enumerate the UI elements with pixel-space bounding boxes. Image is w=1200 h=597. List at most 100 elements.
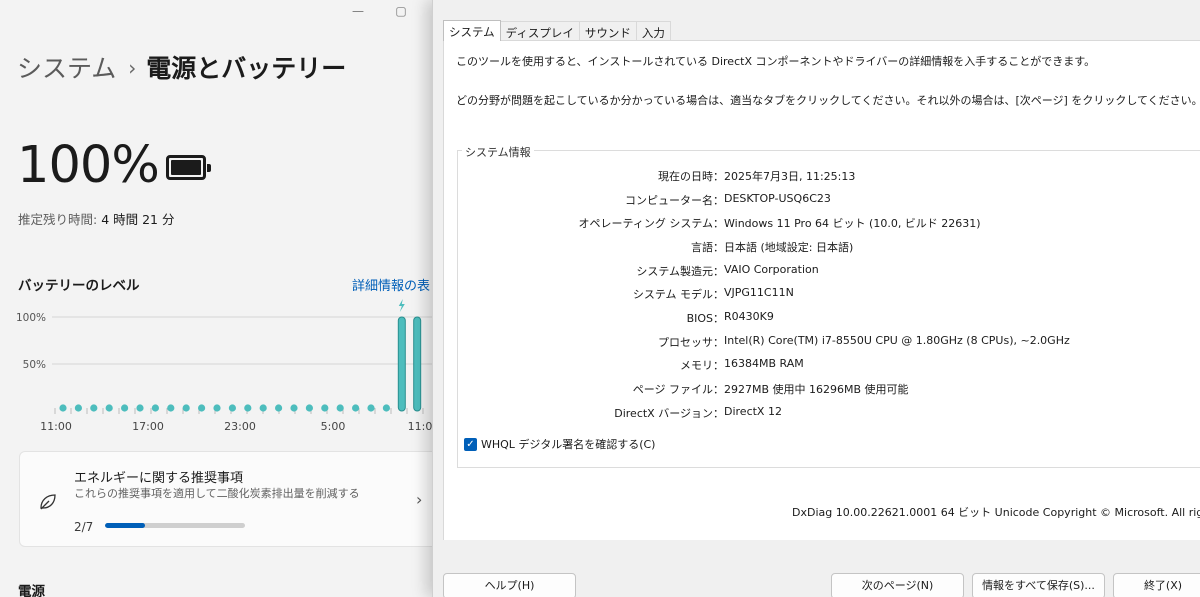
version-line: DxDiag 10.00.22621.0001 64 ビット Unicode C… — [792, 506, 1200, 519]
info-label: ページ ファイル： — [632, 383, 724, 396]
battery-level-dot — [352, 404, 360, 412]
battery-level-dot — [74, 404, 82, 412]
battery-level-dot — [244, 404, 252, 412]
remaining-time: 推定残り時間: 4 時間 21 分 — [18, 209, 174, 228]
breadcrumb-separator: › — [128, 56, 137, 80]
info-value: DirectX 12 — [724, 405, 782, 418]
page-title: 電源とバッテリー — [146, 54, 347, 83]
system-info-group: システム情報 現在の日時： 2025年7月3日, 11:25:13 コンピューター… — [457, 144, 1200, 468]
info-label: プロセッサ： — [658, 336, 724, 349]
battery-level-dot — [182, 404, 190, 412]
save-all-button[interactable]: 情報をすべて保存(S)... — [972, 573, 1105, 597]
battery-level-bar — [397, 316, 406, 412]
battery-level-dot — [228, 404, 236, 412]
battery-level-dot — [198, 404, 206, 412]
battery-level-dot — [275, 404, 283, 412]
battery-level-chart: 100% 50% 11:00 17:00 23:00 5:00 11:0 — [16, 299, 432, 433]
battery-level-dot — [90, 404, 98, 412]
x-tick-label: 11:00 — [40, 420, 72, 433]
whql-checkbox[interactable]: ✓ WHQL デジタル署名を確認する(C) — [464, 436, 655, 452]
info-row-manufacturer: システム製造元： VAIO Corporation — [458, 263, 1200, 279]
x-tick-label: 11:0 — [408, 420, 432, 433]
remaining-label: 推定残り時間: — [18, 212, 98, 227]
info-label: BIOS： — [686, 312, 724, 325]
info-value: Intel(R) Core(TM) i7-8550U CPU @ 1.80GHz… — [724, 334, 1070, 347]
tab-strip: システム ディスプレイ サウンド 入力 — [443, 20, 671, 41]
whql-label: WHQL デジタル署名を確認する(C) — [481, 438, 656, 451]
breadcrumb-parent[interactable]: システム — [17, 54, 116, 83]
info-label: システム製造元： — [636, 265, 724, 278]
info-value: R0430K9 — [724, 310, 774, 323]
exit-button[interactable]: 終了(X) — [1113, 573, 1200, 597]
info-row-memory: メモリ： 16384MB RAM — [458, 357, 1200, 373]
battery-level-dot — [290, 404, 298, 412]
info-row-datetime: 現在の日時： 2025年7月3日, 11:25:13 — [458, 168, 1200, 184]
x-tick-label: 23:00 — [224, 420, 256, 433]
tab-sound[interactable]: サウンド — [578, 21, 637, 40]
recommendation-subtitle: これらの推奨事項を適用して二酸化炭素排出量を削減する — [74, 487, 360, 500]
energy-recommendation-card[interactable]: エネルギーに関する推奨事項 これらの推奨事項を適用して二酸化炭素排出量を削減する… — [19, 451, 432, 547]
checkmark-icon[interactable]: ✓ — [464, 437, 477, 451]
battery-level-dot — [367, 404, 375, 412]
battery-level-dot — [167, 404, 175, 412]
info-value: 日本語 (地域設定: 日本語) — [724, 241, 854, 254]
battery-level-dot — [213, 404, 221, 412]
chevron-right-icon: › — [416, 490, 423, 509]
tab-display[interactable]: ディスプレイ — [499, 21, 580, 40]
recommendation-progress-fill — [105, 523, 145, 528]
battery-level-dot — [121, 404, 129, 412]
x-tick-label: 5:00 — [321, 420, 346, 433]
breadcrumb: システム › 電源とバッテリー — [17, 49, 346, 85]
info-label: メモリ： — [680, 359, 724, 372]
minimize-icon[interactable]: — — [351, 4, 365, 18]
next-page-button[interactable]: 次のページ(N) — [831, 573, 964, 597]
battery-level-bar — [413, 316, 422, 412]
y-tick-label: 50% — [23, 359, 46, 371]
info-value: Windows 11 Pro 64 ビット (10.0, ビルド 22631) — [724, 217, 981, 230]
y-tick-label: 100% — [16, 312, 46, 324]
battery-terminal — [207, 164, 211, 172]
tab-system[interactable]: システム — [443, 20, 501, 41]
info-value: 2927MB 使用中 16296MB 使用可能 — [724, 383, 909, 396]
info-label: オペレーティング システム： — [578, 217, 724, 230]
info-value: DESKTOP-USQ6C23 — [724, 192, 831, 205]
battery-fill — [171, 160, 201, 175]
intro-text-2: どの分野が問題を起こしているか分かっている場合は、適当なタブをクリックしてくださ… — [456, 94, 1200, 107]
recommendation-title: エネルギーに関する推奨事項 — [74, 471, 244, 486]
maximize-icon[interactable]: ▢ — [394, 4, 408, 18]
info-row-model: システム モデル： VJPG11C11N — [458, 286, 1200, 302]
details-link[interactable]: 詳細情報の表 — [352, 275, 430, 294]
settings-window: — ▢ システム › 電源とバッテリー 100% 推定残り時間: 4 時間 21 分… — [0, 0, 432, 597]
info-value: 16384MB RAM — [724, 357, 804, 370]
remaining-value: 4 時間 21 分 — [101, 212, 175, 227]
intro-text-1: このツールを使用すると、インストールされている DirectX コンポーネントや… — [456, 55, 1096, 68]
x-tick-label: 17:00 — [132, 420, 164, 433]
info-label: DirectX バージョン： — [614, 407, 724, 420]
info-row-language: 言語： 日本語 (地域設定: 日本語) — [458, 239, 1200, 255]
info-value: VAIO Corporation — [724, 263, 819, 276]
recommendation-progress — [105, 523, 245, 528]
info-value: VJPG11C11N — [724, 286, 794, 299]
battery-level-dot — [105, 404, 113, 412]
info-label: コンピューター名： — [625, 194, 724, 207]
battery-level-title: バッテリーのレベル — [18, 278, 140, 294]
battery-level-dot — [305, 404, 313, 412]
tab-input[interactable]: 入力 — [635, 21, 671, 40]
battery-level-dot — [382, 404, 390, 412]
info-row-computer-name: コンピューター名： DESKTOP-USQ6C23 — [458, 192, 1200, 208]
dxdiag-window: システム ディスプレイ サウンド 入力 このツールを使用すると、インストールされ… — [432, 0, 1200, 597]
system-tab-panel: このツールを使用すると、インストールされている DirectX コンポーネントや… — [443, 40, 1200, 540]
info-value: 2025年7月3日, 11:25:13 — [724, 170, 856, 183]
info-row-bios: BIOS： R0430K9 — [458, 310, 1200, 326]
help-button[interactable]: ヘルプ(H) — [443, 573, 576, 597]
battery-level-dot — [136, 404, 144, 412]
battery-level-dot — [151, 404, 159, 412]
battery-icon — [166, 155, 211, 180]
battery-percent: 100% — [17, 136, 160, 195]
info-label: 現在の日時： — [658, 170, 724, 183]
info-row-page-file: ページ ファイル： 2927MB 使用中 16296MB 使用可能 — [458, 381, 1200, 397]
info-row-directx: DirectX バージョン： DirectX 12 — [458, 405, 1200, 421]
battery-level-dot — [259, 404, 267, 412]
info-row-os: オペレーティング システム： Windows 11 Pro 64 ビット (10.… — [458, 215, 1200, 231]
battery-level-dot — [321, 404, 329, 412]
